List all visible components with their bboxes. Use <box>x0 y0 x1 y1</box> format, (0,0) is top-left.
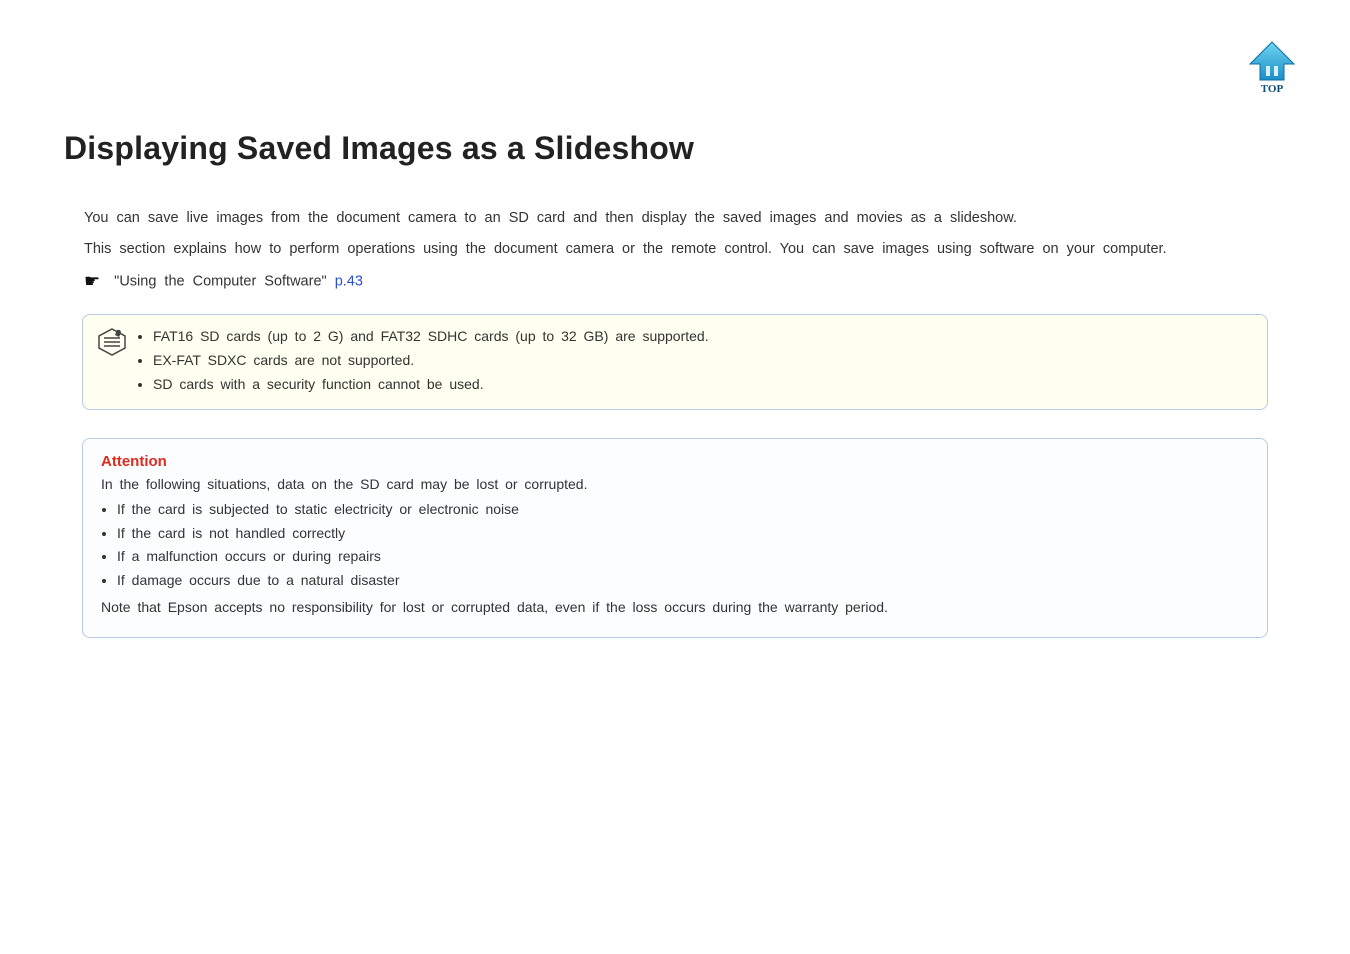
page-title: Displaying Saved Images as a Slideshow <box>64 130 1286 167</box>
page-content: Displaying Saved Images as a Slideshow Y… <box>0 0 1350 678</box>
attention-item: If a malfunction occurs or during repair… <box>117 545 1249 569</box>
note-item: FAT16 SD cards (up to 2 G) and FAT32 SDH… <box>153 325 709 349</box>
top-label: TOP <box>1261 83 1284 94</box>
see-also: ☛ "Using the Computer Software" p.43 <box>84 271 1286 292</box>
intro-p2: This section explains how to perform ope… <box>84 238 1286 261</box>
see-also-link[interactable]: p.43 <box>335 274 363 290</box>
attention-list: If the card is subjected to static elect… <box>101 498 1249 593</box>
note-item: EX-FAT SDXC cards are not supported. <box>153 349 709 373</box>
attention-box: Attention In the following situations, d… <box>82 438 1268 638</box>
see-also-text: "Using the Computer Software" <box>114 274 335 290</box>
attention-item: If the card is not handled correctly <box>117 522 1249 546</box>
note-list: FAT16 SD cards (up to 2 G) and FAT32 SDH… <box>137 325 709 396</box>
note-box: FAT16 SD cards (up to 2 G) and FAT32 SDH… <box>82 314 1268 409</box>
intro-block: You can save live images from the docume… <box>64 207 1286 292</box>
pointer-icon: ☛ <box>84 271 100 292</box>
note-icon <box>97 327 127 362</box>
attention-item: If the card is subjected to static elect… <box>117 498 1249 522</box>
attention-title: Attention <box>101 453 1249 470</box>
note-item: SD cards with a security function cannot… <box>153 373 709 397</box>
attention-item: If damage occurs due to a natural disast… <box>117 569 1249 593</box>
intro-p1: You can save live images from the docume… <box>84 207 1286 230</box>
attention-tail: Note that Epson accepts no responsibilit… <box>101 599 1249 615</box>
top-icon[interactable]: TOP <box>1246 38 1298 94</box>
attention-lead: In the following situations, data on the… <box>101 476 1249 492</box>
